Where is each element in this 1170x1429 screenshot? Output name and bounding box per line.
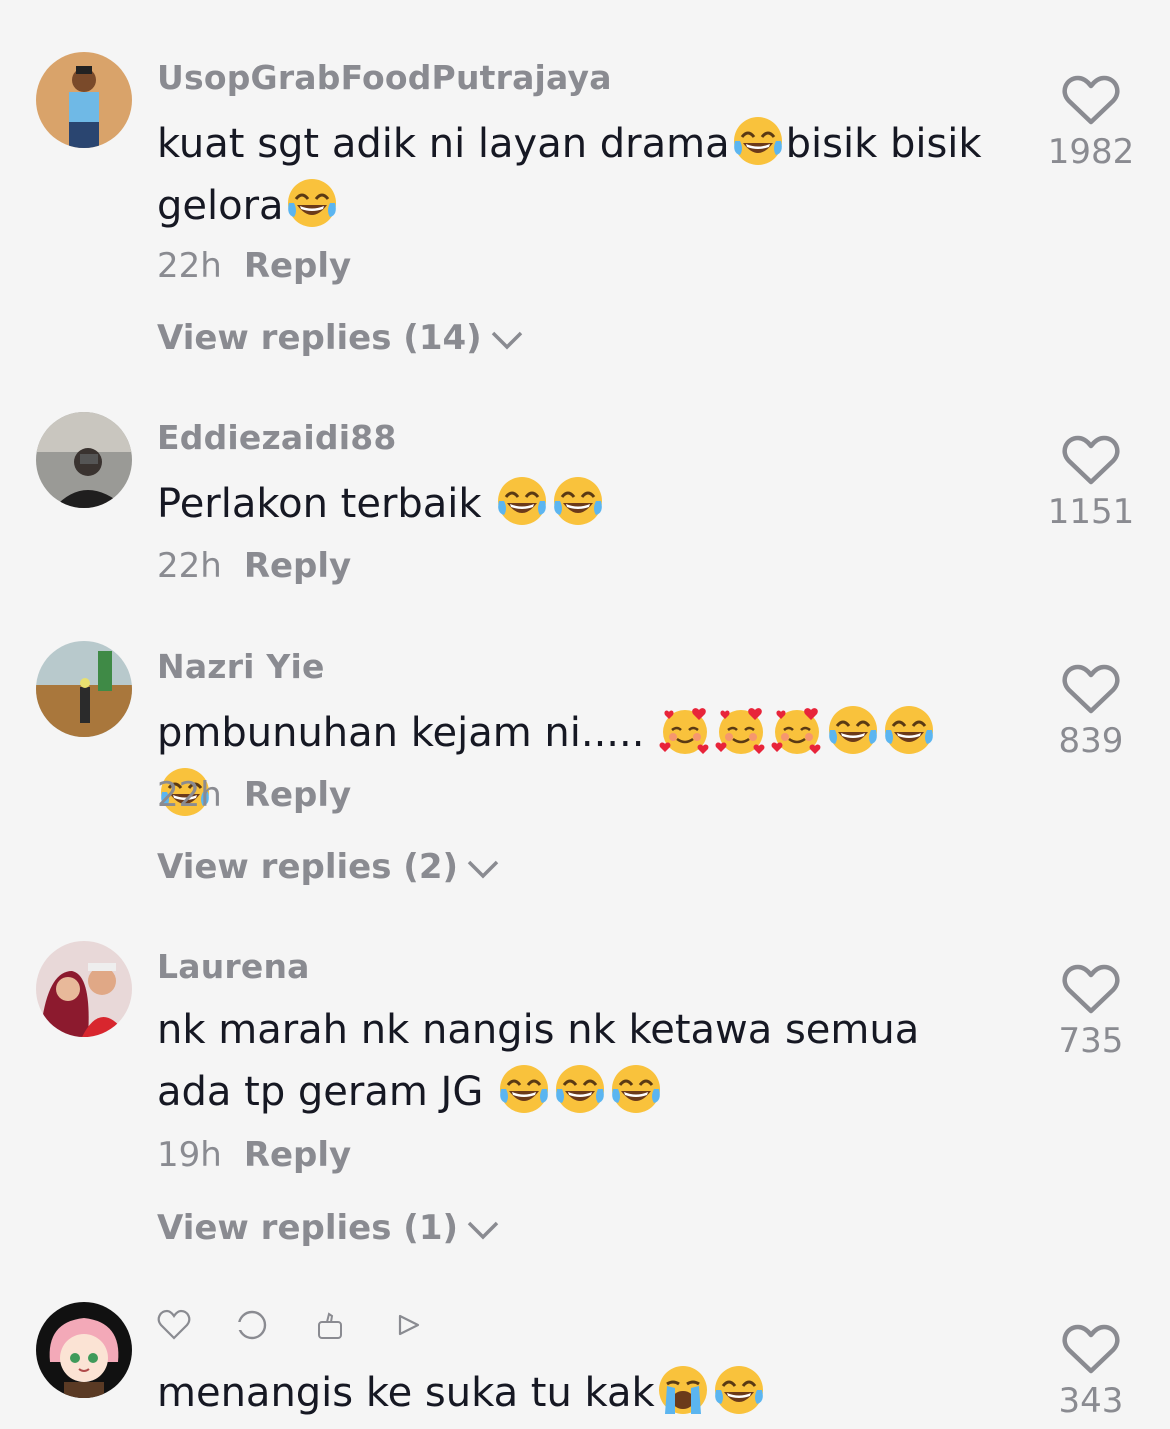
heart-outline-icon[interactable] (157, 1308, 191, 1346)
chevron-down-icon (467, 860, 499, 878)
comment-time: 19h (157, 1135, 222, 1175)
view-replies-label: View replies (1) (157, 1208, 459, 1248)
avatar[interactable] (36, 1302, 132, 1398)
reply-button[interactable]: Reply (244, 246, 351, 286)
comment-text: nk marah nk nangis nk ketawa semua ada t… (157, 999, 987, 1123)
face-with-tears-of-joy-emoji (883, 704, 935, 756)
comment-text: kuat sgt adik ni layan drama bisik bisik … (157, 113, 987, 237)
comment-text: menangis ke suka tu kak (157, 1362, 987, 1424)
heart-outline-icon (1062, 434, 1120, 486)
heart-outline-icon (1062, 663, 1120, 715)
comment-bubble-icon[interactable] (235, 1308, 269, 1346)
reply-button[interactable]: Reply (244, 546, 351, 586)
chevron-down-icon (467, 1221, 499, 1239)
like-button[interactable]: 735 (1046, 963, 1136, 1061)
like-count: 839 (1058, 721, 1124, 761)
like-count: 1982 (1047, 132, 1135, 172)
heart-outline-icon (1062, 963, 1120, 1015)
avatar[interactable] (36, 52, 132, 148)
face-with-tears-of-joy-emoji (713, 1364, 765, 1416)
comment-time: 22h (157, 546, 222, 586)
avatar[interactable] (36, 641, 132, 737)
heart-outline-icon (1062, 74, 1120, 126)
view-replies-label: View replies (14) (157, 318, 482, 358)
comment-username[interactable]: Laurena (157, 947, 310, 986)
comment-username[interactable]: UsopGrabFoodPutrajaya (157, 58, 612, 97)
comment-meta: 22h Reply (157, 246, 351, 286)
comment-text: Perlakon terbaik (157, 473, 987, 535)
comment-username[interactable]: Nazri Yie (157, 647, 325, 686)
like-button[interactable]: 1982 (1046, 74, 1136, 172)
comment-text-part: menangis ke suka tu kak (157, 1370, 655, 1416)
share-arrow-icon[interactable] (391, 1308, 425, 1346)
like-count: 735 (1058, 1021, 1124, 1061)
smiling-face-with-hearts-emoji (715, 704, 767, 756)
face-with-tears-of-joy-emoji (552, 475, 604, 527)
avatar[interactable] (36, 412, 132, 508)
view-replies-button[interactable]: View replies (1) (157, 1208, 500, 1248)
face-with-tears-of-joy-emoji (732, 115, 784, 167)
comment-meta: 19h Reply (157, 1135, 351, 1175)
like-button[interactable]: 1151 (1046, 434, 1136, 532)
face-with-tears-of-joy-emoji (498, 1063, 550, 1115)
view-replies-button[interactable]: View replies (2) (157, 847, 500, 887)
like-button[interactable]: 839 (1046, 663, 1136, 761)
comment-text-part: pmbunuhan kejam ni..... (157, 710, 658, 756)
avatar[interactable] (36, 941, 132, 1037)
heart-outline-icon (1062, 1323, 1120, 1375)
face-with-tears-of-joy-emoji (496, 475, 548, 527)
face-with-tears-of-joy-emoji (827, 704, 879, 756)
like-count: 1151 (1047, 492, 1135, 532)
face-with-tears-of-joy-emoji (610, 1063, 662, 1115)
comment-time: 22h (157, 246, 222, 286)
reply-button[interactable]: Reply (244, 775, 351, 815)
comment-username[interactable]: Eddiezaidi88 (157, 418, 397, 457)
comment-time: 22h (157, 775, 222, 815)
smiling-face-with-hearts-emoji (659, 704, 711, 756)
face-with-tears-of-joy-emoji (286, 177, 338, 229)
loudly-crying-face-emoji (657, 1364, 709, 1416)
face-with-tears-of-joy-emoji (554, 1063, 606, 1115)
like-count: 343 (1058, 1381, 1124, 1421)
view-replies-label: View replies (2) (157, 847, 459, 887)
smiling-face-with-hearts-emoji (771, 704, 823, 756)
like-button[interactable]: 343 (1046, 1323, 1136, 1421)
comment-text-part: kuat sgt adik ni layan drama (157, 121, 730, 167)
comment-meta: 22h Reply (157, 775, 351, 815)
comment-text-part: Perlakon terbaik (157, 481, 495, 527)
comment-meta: 22h Reply (157, 546, 351, 586)
reply-button[interactable]: Reply (244, 1135, 351, 1175)
chevron-down-icon (491, 331, 522, 349)
view-replies-button[interactable]: View replies (14) (157, 318, 524, 358)
thumbs-up-icon[interactable] (313, 1308, 347, 1346)
action-icons-row (157, 1308, 425, 1346)
